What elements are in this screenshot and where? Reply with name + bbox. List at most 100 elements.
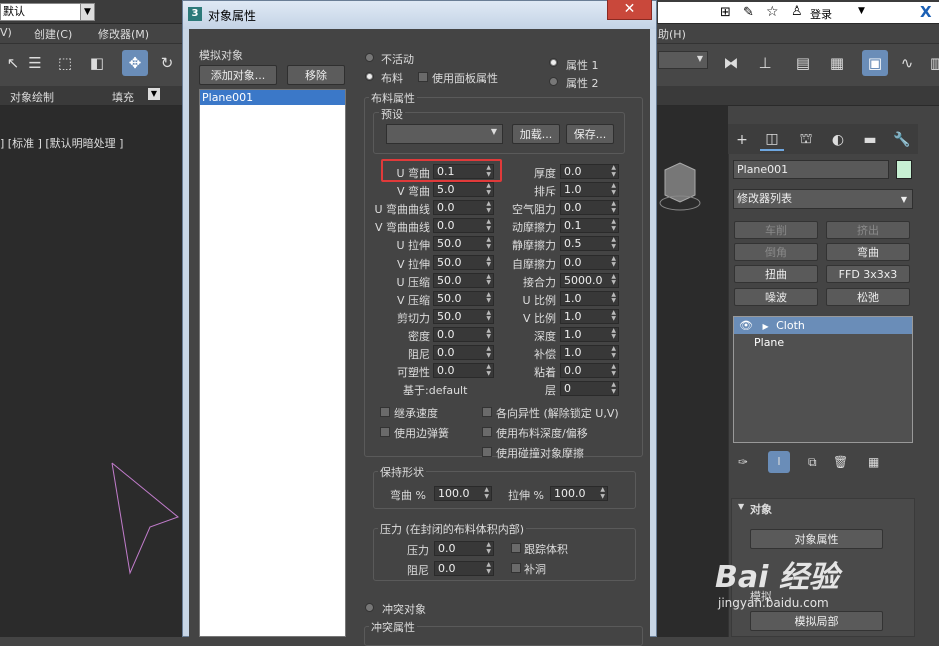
hierarchy-tab-icon[interactable]: ⛫ <box>794 129 818 151</box>
viewport-cube-icon[interactable] <box>655 155 705 215</box>
right-field-spinner[interactable]: 0.0 ▲ ▼ <box>560 254 619 270</box>
star-icon[interactable]: ☆ <box>766 4 779 20</box>
lathe-button[interactable]: 车削 <box>734 221 818 239</box>
ffd-button[interactable]: FFD 3x3x3 <box>826 265 910 283</box>
region-select-icon[interactable]: ⬚ <box>52 50 78 76</box>
anisotropic-checkbox[interactable] <box>482 407 492 417</box>
login-link[interactable]: 登录 <box>810 6 832 22</box>
display-tab-icon[interactable]: ▬ <box>858 129 882 151</box>
ribbon-icon[interactable]: ▣ <box>862 50 888 76</box>
expand-arrow-icon[interactable]: ▶ <box>762 322 768 331</box>
simulate-local-button[interactable]: 模拟局部 <box>750 611 883 631</box>
spinner-arrows-icon[interactable]: ▲ ▼ <box>611 327 616 341</box>
spinner-arrows-icon[interactable]: ▲ ▼ <box>486 219 491 232</box>
spinner-arrows-icon[interactable]: ▲ ▼ <box>611 345 616 359</box>
inherit-velocity-checkbox[interactable] <box>380 407 390 417</box>
modify-tab-icon[interactable]: ◫ <box>760 129 784 151</box>
right-field-spinner[interactable]: 0.0 ▲ ▼ <box>560 200 619 216</box>
collision-object-radio[interactable] <box>365 603 374 612</box>
spinner-arrows-icon[interactable]: ▲ ▼ <box>486 363 491 377</box>
damping-spinner[interactable]: 0.0 ▲ ▼ <box>434 561 494 576</box>
spinner-arrows-icon[interactable]: ▲ ▼ <box>611 182 616 196</box>
right-field-spinner[interactable]: 1.0 ▲ ▼ <box>560 308 619 324</box>
bend-button[interactable]: 弯曲 <box>826 243 910 261</box>
align-icon[interactable]: ⊥ <box>752 50 778 76</box>
menu-modifiers[interactable]: 修改器(M) <box>98 26 149 42</box>
motion-tab-icon[interactable]: ◐ <box>826 129 850 151</box>
left-field-spinner[interactable]: 5.0 ▲ ▼ <box>433 182 494 198</box>
use-edge-springs-checkbox[interactable] <box>380 427 390 437</box>
collision-friction-checkbox[interactable] <box>482 447 492 457</box>
grid-icon[interactable]: ⊞ <box>720 5 731 20</box>
twist-button[interactable]: 扭曲 <box>734 265 818 283</box>
modifier-list-dropdown[interactable]: 修改器列表 ▼ <box>733 189 913 209</box>
spinner-arrows-icon[interactable]: ▲ ▼ <box>611 309 616 323</box>
property2-radio[interactable] <box>549 77 558 86</box>
x-logo-icon[interactable]: X <box>920 3 932 21</box>
right-field-spinner[interactable]: 0.0 ▲ ▼ <box>560 164 619 179</box>
right-field-spinner[interactable]: 1.0 ▲ ▼ <box>560 182 619 198</box>
left-field-spinner[interactable]: 50.0 ▲ ▼ <box>433 308 494 324</box>
cloth-radio[interactable] <box>365 72 374 81</box>
extrude-button[interactable]: 挤出 <box>826 221 910 239</box>
curve-editor-icon[interactable]: ∿ <box>894 50 920 76</box>
ribbon-toggle-icon[interactable]: ▼ <box>148 88 160 100</box>
spinner-arrows-icon[interactable]: ▲ ▼ <box>611 381 616 395</box>
add-objects-button[interactable]: 添加对象... <box>199 65 277 85</box>
show-end-result-icon[interactable]: I <box>768 451 790 473</box>
save-button[interactable]: 保存... <box>566 124 614 144</box>
stack-item-cloth[interactable]: 👁 ▶ Cloth <box>734 317 912 334</box>
remove-button[interactable]: 移除 <box>287 65 345 85</box>
right-field-spinner[interactable]: 0.5 ▲ ▼ <box>560 236 619 252</box>
right-field-spinner[interactable]: 0.1 ▲ ▼ <box>560 218 619 234</box>
menu-create[interactable]: 创建(C) <box>34 26 72 42</box>
left-field-spinner[interactable]: 0.0 ▲ ▼ <box>433 218 494 234</box>
spinner-arrows-icon[interactable]: ▲ ▼ <box>486 182 491 196</box>
spinner-arrows-icon[interactable]: ▲ ▼ <box>486 273 491 287</box>
spinner-arrows-icon[interactable]: ▲ ▼ <box>611 164 616 178</box>
rotate-icon[interactable]: ↻ <box>154 50 180 76</box>
property1-radio[interactable] <box>549 58 558 67</box>
stack-item-plane[interactable]: Plane <box>734 334 912 351</box>
spinner-arrows-icon[interactable]: ▲ ▼ <box>486 255 491 269</box>
viewport-label[interactable]: ] [标准 ] [默认明暗处理 ] <box>0 135 123 151</box>
right-field-spinner[interactable]: 1.0 ▲ ▼ <box>560 326 619 342</box>
object-color-swatch[interactable] <box>896 160 912 179</box>
left-field-spinner[interactable]: 0.0 ▲ ▼ <box>433 326 494 342</box>
named-selection-dropdown[interactable]: ▼ <box>658 51 708 69</box>
pin-stack-icon[interactable]: ✑ <box>738 455 748 469</box>
spinner-arrows-icon[interactable]: ▲ ▼ <box>611 219 616 232</box>
spinner-arrows-icon[interactable]: ▲ ▼ <box>611 237 616 250</box>
spinner-arrows-icon[interactable]: ▲ ▼ <box>486 345 491 359</box>
inactive-radio[interactable] <box>365 53 374 62</box>
utilities-tab-icon[interactable]: 🔧 <box>890 129 914 151</box>
relax-button[interactable]: 松弛 <box>826 288 910 306</box>
chevron-down-icon[interactable]: ▼ <box>80 3 95 21</box>
chevron-down-icon[interactable]: ▼ <box>858 6 865 16</box>
left-field-spinner[interactable]: 50.0 ▲ ▼ <box>433 272 494 288</box>
cap-holes-checkbox[interactable] <box>511 563 521 573</box>
menu-help[interactable]: 助(H) <box>658 26 686 42</box>
spinner-arrows-icon[interactable]: ▲ ▼ <box>611 273 616 287</box>
spinner-arrows-icon[interactable]: ▲ ▼ <box>486 309 491 323</box>
bevel-button[interactable]: 倒角 <box>734 243 818 261</box>
spinner-arrows-icon[interactable]: ▲ ▼ <box>486 291 491 305</box>
create-tab-icon[interactable]: + <box>730 129 754 151</box>
spinner-arrows-icon[interactable]: ▲ ▼ <box>486 237 491 250</box>
right-field-spinner[interactable]: 1.0 ▲ ▼ <box>560 345 619 360</box>
menu-view[interactable]: V) <box>0 26 12 39</box>
close-icon[interactable]: ✕ <box>607 0 652 20</box>
mirror-icon[interactable]: ⧓ <box>718 50 744 76</box>
user-icon[interactable]: ♙ <box>791 4 803 19</box>
eye-icon[interactable]: 👁 <box>739 319 753 332</box>
trash-icon[interactable]: 🗑 <box>833 455 848 469</box>
stretch-pct-spinner[interactable]: 100.0 ▲ ▼ <box>550 486 608 501</box>
list-item[interactable]: Plane001 <box>200 90 345 105</box>
right-field-spinner[interactable]: 0 ▲ ▼ <box>560 381 619 397</box>
bend-pct-spinner[interactable]: 100.0 ▲ ▼ <box>434 486 492 501</box>
right-field-spinner[interactable]: 1.0 ▲ ▼ <box>560 290 619 306</box>
left-field-spinner[interactable]: 50.0 ▲ ▼ <box>433 254 494 270</box>
left-field-spinner[interactable]: 50.0 ▲ ▼ <box>433 236 494 252</box>
pressure-spinner[interactable]: 0.0 ▲ ▼ <box>434 541 494 556</box>
configure-icon[interactable]: ▦ <box>868 455 879 469</box>
